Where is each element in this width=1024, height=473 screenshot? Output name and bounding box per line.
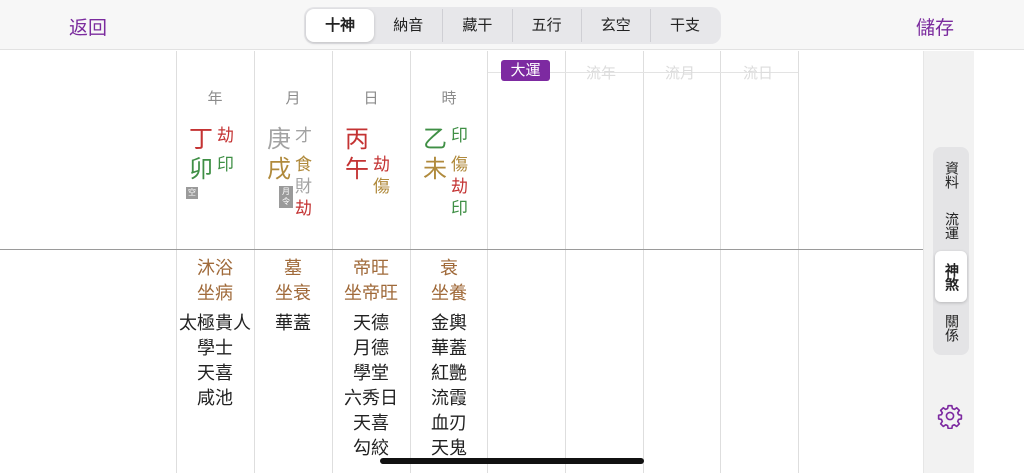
stem-ten-god: 劫 xyxy=(217,126,234,146)
star-item: 天喜 xyxy=(197,363,233,384)
side-tab-flow[interactable]: 流運 xyxy=(935,200,967,251)
branch-god: 劫 xyxy=(373,155,390,175)
branch-ten-gods: 傷 劫 印 xyxy=(451,154,475,220)
heavenly-stem: 丙 xyxy=(345,125,369,153)
branch-god: 傷 xyxy=(373,177,390,197)
stage-text: 坐衰 xyxy=(275,283,311,304)
branch-god: 食 xyxy=(295,155,312,175)
gear-icon[interactable] xyxy=(937,403,963,429)
segment-shishen[interactable]: 十神 xyxy=(306,9,375,42)
earthly-branch: 卯 xyxy=(189,155,213,183)
segment-wuxing[interactable]: 五行 xyxy=(511,9,581,42)
star-item: 金輿 xyxy=(431,313,467,334)
pillar-header: 月 xyxy=(285,89,301,107)
star-item: 學士 xyxy=(197,338,233,359)
heavenly-stem: 乙 xyxy=(423,125,447,153)
stage-text: 衰 xyxy=(440,258,458,279)
branch-god: 傷 xyxy=(451,155,468,175)
segment-canggan[interactable]: 藏干 xyxy=(442,9,511,42)
branch-god: 劫 xyxy=(451,177,468,197)
segment-xuankong[interactable]: 玄空 xyxy=(580,9,650,42)
star-item: 太極貴人 xyxy=(179,313,251,334)
liunian-label: 流年 xyxy=(586,64,617,82)
earthly-branch: 未 xyxy=(423,155,447,183)
side-tab-stars[interactable]: 神煞 xyxy=(935,251,967,302)
side-tab-relations[interactable]: 關係 xyxy=(935,302,967,353)
heavenly-stem: 丁 xyxy=(189,125,213,153)
growth-stage-day: 帝旺 坐帝旺 xyxy=(332,256,410,306)
segment-nayin[interactable]: 納音 xyxy=(374,9,442,42)
star-item: 華蓋 xyxy=(275,313,311,334)
branch-god: 印 xyxy=(451,199,468,219)
void-badge: 空 xyxy=(186,187,198,199)
stars-year: 太極貴人 學士 天喜 咸池 xyxy=(176,311,254,411)
pillar-header: 日 xyxy=(363,89,379,107)
star-item: 天德 xyxy=(353,313,389,334)
back-button[interactable]: 返回 xyxy=(69,13,107,40)
star-item: 六秀日 xyxy=(344,388,398,409)
top-bar: 返回 十神 納音 藏干 五行 玄空 干支 儲存 xyxy=(0,0,1024,50)
home-indicator[interactable] xyxy=(380,458,644,464)
save-button[interactable]: 儲存 xyxy=(916,13,954,40)
column-divider xyxy=(643,51,644,473)
star-item: 月德 xyxy=(353,338,389,359)
stem-ten-god: 印 xyxy=(451,126,468,146)
star-item: 紅艷 xyxy=(431,363,467,384)
earthly-branch: 午 xyxy=(345,155,369,183)
pillar-header: 年 xyxy=(207,89,223,107)
stage-text: 坐帝旺 xyxy=(344,283,398,304)
heavenly-stem: 庚 xyxy=(267,125,291,153)
liuri-label: 流日 xyxy=(743,64,774,82)
stage-text: 帝旺 xyxy=(353,258,389,279)
stage-text: 墓 xyxy=(284,258,302,279)
growth-stage-year: 沐浴 坐病 xyxy=(176,256,254,306)
side-tab-info[interactable]: 資料 xyxy=(935,149,967,200)
column-divider xyxy=(720,51,721,473)
pillar-header: 時 xyxy=(441,89,457,107)
stage-text: 沐浴 xyxy=(197,258,233,279)
branch-ten-gods: 印 xyxy=(217,154,241,176)
branch-god: 印 xyxy=(217,155,234,175)
column-divider xyxy=(565,51,566,473)
stage-text: 坐養 xyxy=(431,283,467,304)
segment-ganzhi[interactable]: 干支 xyxy=(649,9,719,42)
star-item: 血刃 xyxy=(431,413,467,434)
branch-ten-gods: 劫 傷 xyxy=(373,154,397,198)
month-command-badge: 月令 xyxy=(279,186,293,208)
stars-month: 華蓋 xyxy=(254,311,332,336)
growth-stage-month: 墓 坐衰 xyxy=(254,256,332,306)
branch-ten-gods: 食 財 劫 xyxy=(295,154,319,220)
star-item: 華蓋 xyxy=(431,338,467,359)
star-item: 學堂 xyxy=(353,363,389,384)
column-divider xyxy=(798,51,799,473)
stars-day: 天德 月德 學堂 六秀日 天喜 勾絞 xyxy=(332,311,410,461)
branch-god: 財 xyxy=(295,177,312,197)
right-sidebar: 資料 流運 神煞 關係 xyxy=(923,51,974,473)
star-item: 天喜 xyxy=(353,413,389,434)
stem-ten-god: 才 xyxy=(295,126,312,146)
star-item: 流霞 xyxy=(431,388,467,409)
view-segmented-control: 十神 納音 藏干 五行 玄空 干支 xyxy=(304,7,721,44)
dayun-label[interactable]: 大運 xyxy=(501,60,550,81)
star-item: 咸池 xyxy=(197,388,233,409)
branch-god: 劫 xyxy=(295,199,312,219)
growth-stage-hour: 衰 坐養 xyxy=(410,256,488,306)
bazi-chart: 年 丁 卯 劫 印 空 月 庚 戌 才 食 財 劫 月令 日 丙 午 劫 傷 時… xyxy=(0,51,923,473)
liuyue-label: 流月 xyxy=(665,64,696,82)
earthly-branch: 戌 xyxy=(267,155,291,183)
stage-text: 坐病 xyxy=(197,283,233,304)
stars-hour: 金輿 華蓋 紅艷 流霞 血刃 天鬼 xyxy=(410,311,488,461)
side-tab-group: 資料 流運 神煞 關係 xyxy=(933,147,969,355)
